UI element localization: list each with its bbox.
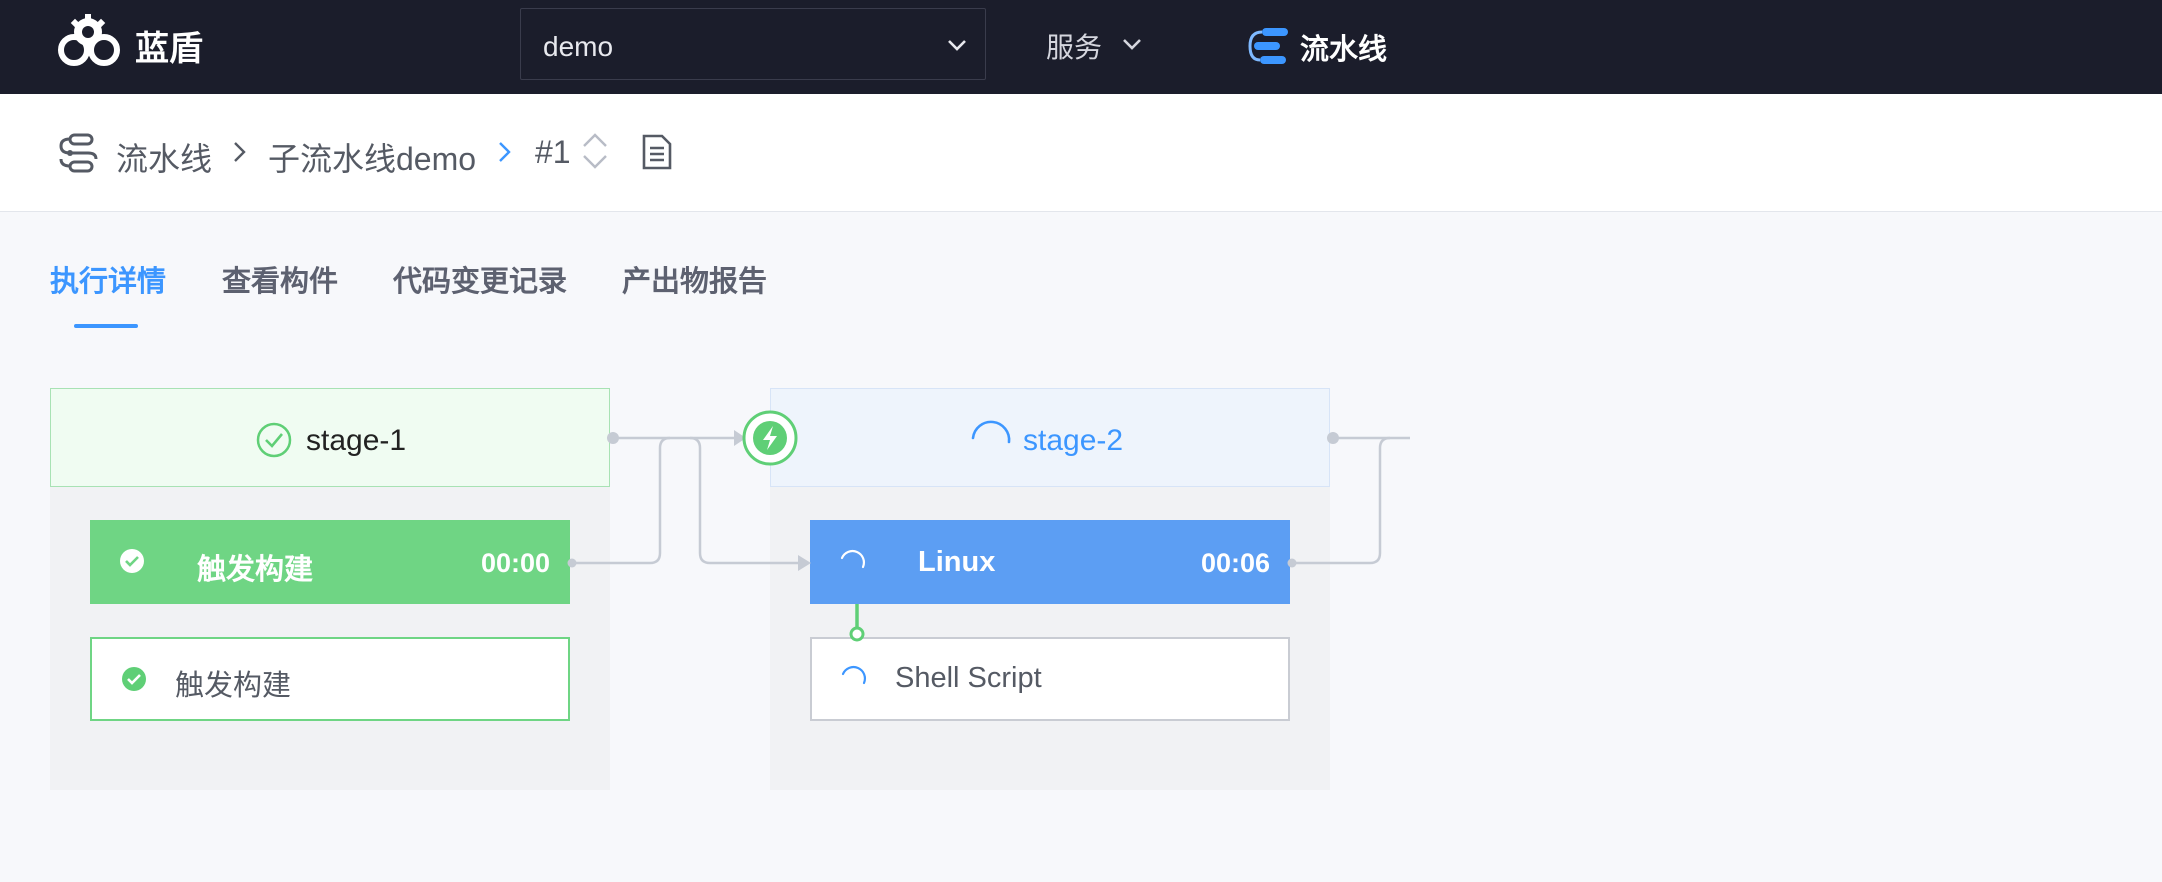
stage-connectors bbox=[567, 430, 1410, 642]
lightning-icon[interactable] bbox=[742, 410, 798, 466]
